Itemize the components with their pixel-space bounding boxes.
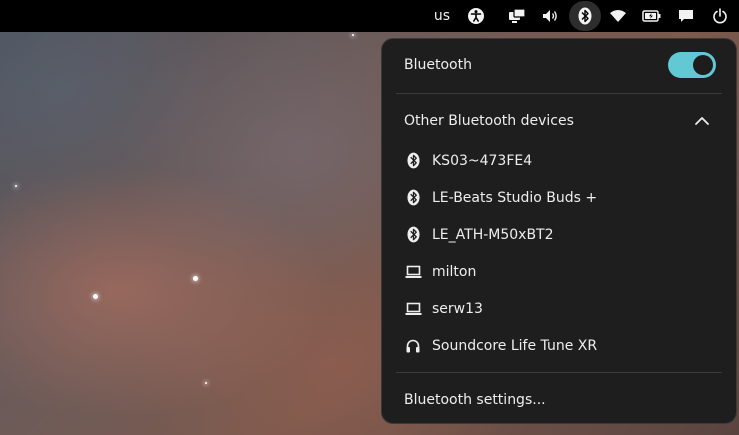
wallpaper-star (93, 294, 98, 299)
bluetooth-icon (404, 226, 422, 244)
bluetooth-settings-item[interactable]: Bluetooth settings... (382, 382, 736, 418)
chevron-up-icon[interactable] (694, 116, 710, 126)
wallpaper-star (205, 382, 207, 384)
device-name: LE_ATH-M50xBT2 (432, 226, 554, 243)
power-icon[interactable] (707, 0, 733, 32)
devices-section-header[interactable]: Other Bluetooth devices (382, 103, 736, 139)
device-item[interactable]: Soundcore Life Tune XR (382, 327, 736, 364)
bluetooth-icon (404, 152, 422, 170)
headphones-icon (404, 337, 422, 355)
wallpaper-star (193, 276, 198, 281)
keyboard-layout-indicator[interactable]: us (428, 0, 456, 32)
keyboard-layout-label: us (433, 8, 451, 24)
divider (396, 93, 722, 94)
bluetooth-menu: Bluetooth Other Bluetooth devices KS03~4… (381, 38, 737, 424)
device-item[interactable]: LE-Beats Studio Buds + (382, 179, 736, 216)
wallpaper-star (15, 185, 17, 187)
device-item[interactable]: serw13 (382, 290, 736, 327)
switch-knob (693, 55, 713, 75)
device-name: milton (432, 263, 477, 280)
bluetooth-icon (404, 189, 422, 207)
device-item[interactable]: KS03~473FE4 (382, 142, 736, 179)
volume-icon[interactable] (537, 0, 563, 32)
accessibility-icon[interactable] (463, 0, 489, 32)
bluetooth-settings-label: Bluetooth settings... (404, 392, 546, 408)
device-name: serw13 (432, 300, 483, 317)
device-name: Soundcore Life Tune XR (432, 337, 598, 354)
device-item[interactable]: LE_ATH-M50xBT2 (382, 216, 736, 253)
devices-header-label: Other Bluetooth devices (404, 113, 574, 129)
bluetooth-icon (578, 7, 592, 25)
bluetooth-title: Bluetooth (404, 57, 472, 73)
chat-icon[interactable] (673, 0, 699, 32)
laptop-icon (404, 300, 422, 318)
laptop-icon (404, 263, 422, 281)
display-icon[interactable] (504, 0, 530, 32)
top-bar: us (0, 0, 739, 32)
wallpaper-star (352, 34, 354, 36)
bluetooth-tray-button[interactable] (569, 1, 601, 31)
device-item[interactable]: milton (382, 253, 736, 290)
battery-icon[interactable] (639, 0, 665, 32)
wifi-icon[interactable] (605, 0, 631, 32)
bluetooth-toggle-switch[interactable] (668, 52, 716, 78)
divider (396, 372, 722, 373)
device-name: LE-Beats Studio Buds + (432, 189, 598, 206)
device-name: KS03~473FE4 (432, 152, 533, 169)
bluetooth-toggle-row[interactable]: Bluetooth (382, 39, 736, 91)
